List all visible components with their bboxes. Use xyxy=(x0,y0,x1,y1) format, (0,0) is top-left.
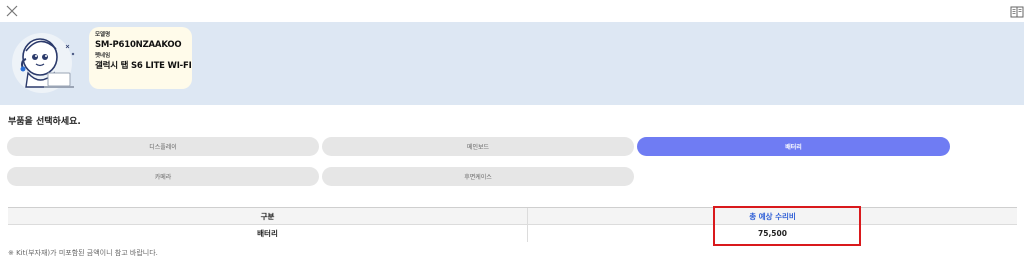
table-header-row: 구분 총 예상 수리비 xyxy=(8,208,1017,225)
close-icon[interactable] xyxy=(6,5,18,17)
table-header-category: 구분 xyxy=(8,208,528,224)
kit-footnote: ※ Kit(부자재)가 미포함된 금액이니 참고 바랍니다. xyxy=(8,249,158,257)
manual-book-icon[interactable] xyxy=(1010,6,1024,18)
part-select-title: 부품을 선택하세요. xyxy=(8,117,81,127)
pet-name-value: 갤럭시 탭 S6 LITE WI-FI xyxy=(95,61,192,71)
part-button-battery[interactable]: 배터리 xyxy=(637,137,950,156)
part-button-display[interactable]: 디스플레이 xyxy=(7,137,319,156)
part-button-mainboard[interactable]: 메인보드 xyxy=(322,137,634,156)
model-name-value: SM-P610NZAAKOO xyxy=(95,40,182,50)
table-row: 배터리 75,500 xyxy=(8,225,1017,242)
table-cell-category: 배터리 xyxy=(8,225,528,242)
part-button-camera[interactable]: 카메라 xyxy=(7,167,319,186)
pet-name-label: 펫네임 xyxy=(95,53,111,59)
repair-cost-table: 구분 총 예상 수리비 배터리 75,500 xyxy=(8,207,1017,242)
total-cost-highlight xyxy=(713,206,861,246)
part-button-back-case[interactable]: 후면케이스 xyxy=(322,167,634,186)
model-info-card: 모델명 SM-P610NZAAKOO 펫네임 갤럭시 탭 S6 LITE WI-… xyxy=(89,27,192,89)
model-name-label: 모델명 xyxy=(95,32,111,38)
support-mascot-icon xyxy=(12,33,75,93)
